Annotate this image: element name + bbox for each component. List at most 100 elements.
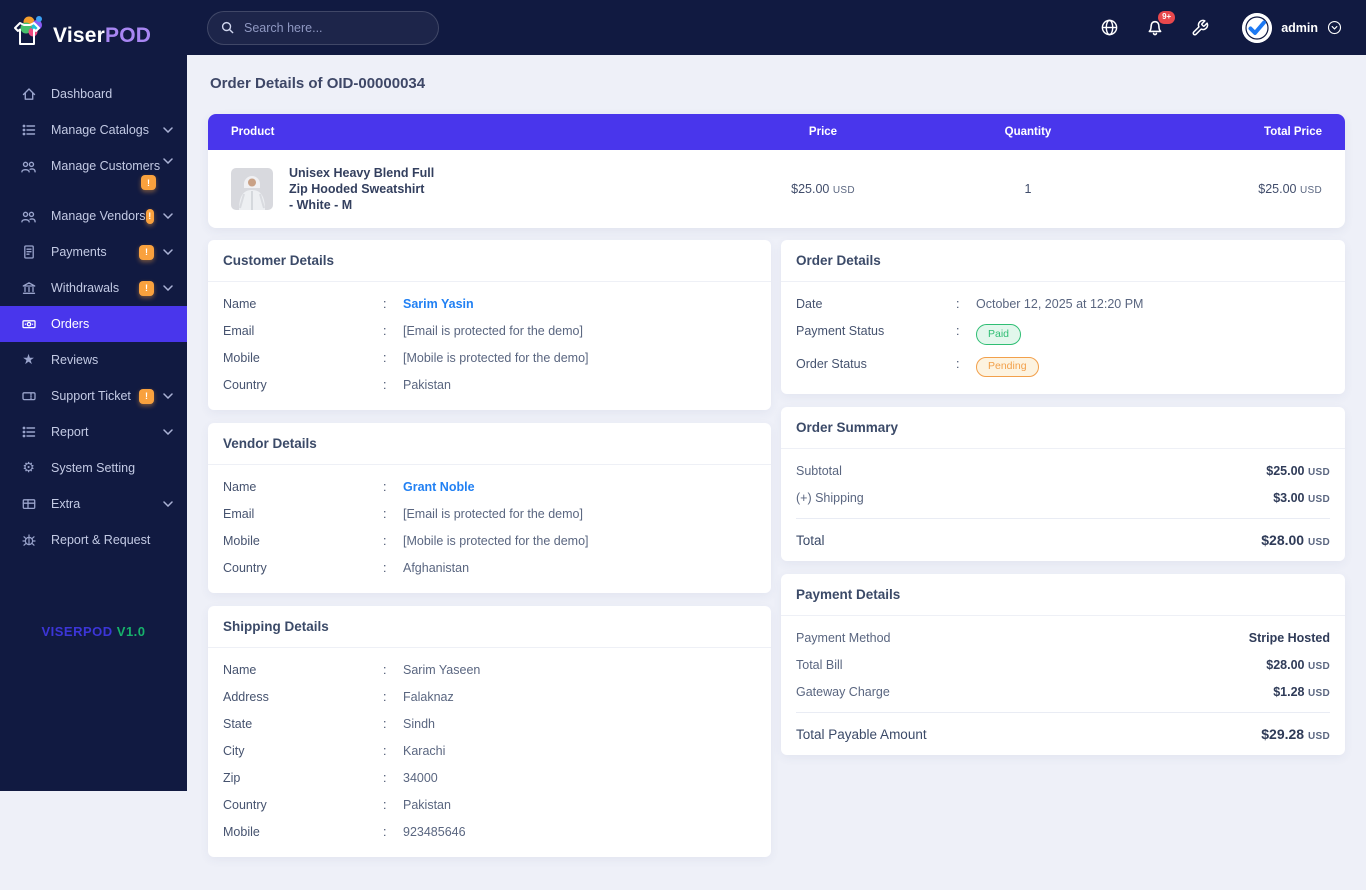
sidebar-item-manage-catalogs[interactable]: Manage Catalogs bbox=[0, 112, 187, 148]
customer-name-link[interactable]: Sarim Yasin bbox=[403, 297, 474, 312]
wrench-icon[interactable] bbox=[1191, 19, 1209, 37]
sidebar-item-orders[interactable]: Orders bbox=[0, 306, 187, 342]
report-list-icon bbox=[20, 424, 37, 441]
detail-row: Mobile: 923485646 bbox=[223, 825, 466, 839]
brand-name: ViserPOD bbox=[53, 23, 152, 47]
sidebar-item-system-setting[interactable]: ⚙ System Setting bbox=[0, 450, 187, 486]
alert-badge: ! bbox=[139, 280, 154, 296]
payment-status-badge: Paid bbox=[976, 324, 1022, 345]
sidebar-item-dashboard[interactable]: Dashboard bbox=[0, 76, 187, 112]
quantity-value: 1 bbox=[1024, 182, 1032, 196]
cash-icon bbox=[20, 316, 37, 333]
vendor-details-card: Vendor Details Name: Grant Noble Email: … bbox=[208, 423, 771, 593]
language-globe-icon[interactable] bbox=[1100, 18, 1119, 37]
product-cell: Unisex Heavy Blend Full Zip Hooded Sweat… bbox=[208, 165, 698, 213]
detail-row: Mobile: [Mobile is protected for the dem… bbox=[223, 351, 589, 365]
total-row: Total $28.00 USD bbox=[796, 518, 1330, 548]
total-payable-value: $29.28 USD bbox=[1261, 726, 1330, 743]
chevron-down-icon bbox=[163, 127, 173, 133]
payment-method-value: Stripe Hosted bbox=[1248, 631, 1330, 646]
table-icon bbox=[20, 496, 37, 513]
detail-row: Country: Afghanistan bbox=[223, 561, 470, 575]
order-items-table: Product Price Quantity Total Price Unise… bbox=[208, 114, 1345, 228]
vendor-name-link[interactable]: Grant Noble bbox=[403, 480, 475, 495]
chevron-down-icon bbox=[163, 393, 173, 399]
chevron-down-icon bbox=[163, 285, 173, 291]
sidebar-item-payments[interactable]: Payments ! bbox=[0, 234, 187, 270]
shipping-details-card: Shipping Details Name: Sarim Yaseen Addr… bbox=[208, 606, 771, 857]
detail-row: Country: Pakistan bbox=[223, 378, 451, 392]
users-icon bbox=[20, 208, 37, 225]
card-title: Vendor Details bbox=[208, 423, 771, 465]
app-version: VISERPOD V1.0 bbox=[41, 624, 146, 639]
col-total-price: Total Price bbox=[1264, 126, 1322, 138]
total-value: $28.00 USD bbox=[1261, 532, 1330, 549]
chevron-down-icon bbox=[163, 158, 173, 164]
search-icon bbox=[220, 20, 235, 40]
sidebar-item-support-ticket[interactable]: Support Ticket ! bbox=[0, 378, 187, 414]
star-icon: ★ bbox=[22, 352, 35, 368]
bug-icon bbox=[20, 532, 37, 549]
sidebar-item-extra[interactable]: Extra bbox=[0, 486, 187, 522]
profile-menu[interactable]: admin bbox=[1242, 12, 1342, 43]
product-image bbox=[231, 168, 273, 210]
sidebar-item-report-and-request[interactable]: Report & Request bbox=[0, 522, 187, 558]
price-value: $25.00 USD bbox=[791, 182, 855, 196]
alert-badge: ! bbox=[139, 244, 154, 260]
chevron-down-icon bbox=[163, 501, 173, 507]
alert-badge: ! bbox=[139, 388, 154, 404]
card-title: Order Details bbox=[781, 240, 1345, 282]
detail-row: Email: [Email is protected for the demo] bbox=[223, 324, 583, 338]
detail-row: Name: Sarim Yaseen bbox=[223, 663, 481, 677]
home-icon bbox=[20, 86, 37, 103]
payment-row: Total Bill $28.00 USD bbox=[796, 658, 1330, 673]
sidebar-item-manage-customers[interactable]: Manage Customers ! bbox=[0, 148, 187, 198]
invoice-icon bbox=[20, 244, 37, 261]
profile-chevron-icon bbox=[1327, 20, 1342, 35]
payment-details-card: Payment Details Payment Method Stripe Ho… bbox=[781, 574, 1345, 756]
sidebar-item-report[interactable]: Report bbox=[0, 414, 187, 450]
summary-row: Subtotal $25.00 USD bbox=[796, 464, 1330, 479]
alert-badge: ! bbox=[141, 175, 156, 190]
bank-icon bbox=[20, 280, 37, 297]
sidebar-item-withdrawals[interactable]: Withdrawals ! bbox=[0, 270, 187, 306]
alert-badge: ! bbox=[145, 208, 154, 224]
detail-row: Name: Sarim Yasin bbox=[223, 297, 474, 312]
notifications-bell-icon[interactable]: 9+ bbox=[1146, 11, 1176, 37]
detail-row: Mobile: [Mobile is protected for the dem… bbox=[223, 534, 589, 548]
search-box bbox=[207, 10, 439, 45]
order-details-card: Order Details Date: October 12, 2025 at … bbox=[781, 240, 1345, 395]
summary-row: (+) Shipping $3.00 USD bbox=[796, 491, 1330, 506]
order-date: October 12, 2025 at 12:20 PM bbox=[976, 297, 1144, 311]
gear-icon: ⚙ bbox=[22, 460, 35, 476]
shipping-value: $3.00 USD bbox=[1273, 491, 1330, 506]
detail-row: Country: Pakistan bbox=[223, 798, 451, 812]
topbar-actions: 9+ admin bbox=[1100, 11, 1342, 43]
detail-row: Order Status: Pending bbox=[796, 356, 1330, 378]
card-title: Payment Details bbox=[781, 574, 1345, 617]
sidebar: ViserPOD Dashboard Manage Catalogs Manag… bbox=[0, 0, 187, 791]
sidebar-item-manage-vendors[interactable]: Manage Vendors ! bbox=[0, 198, 187, 234]
sidebar-item-reviews[interactable]: ★ Reviews bbox=[0, 342, 187, 378]
detail-row: Payment Status: Paid bbox=[796, 324, 1330, 345]
card-title: Shipping Details bbox=[208, 606, 771, 648]
col-quantity: Quantity bbox=[1004, 126, 1052, 138]
right-column: Order Details Date: October 12, 2025 at … bbox=[781, 240, 1345, 768]
table-row: Unisex Heavy Blend Full Zip Hooded Sweat… bbox=[208, 150, 1345, 228]
page-title: Order Details of OID-00000034 bbox=[210, 75, 426, 92]
chevron-down-icon bbox=[163, 213, 173, 219]
total-payable-row: Total Payable Amount $29.28 USD bbox=[796, 712, 1330, 742]
total-bill-value: $28.00 USD bbox=[1266, 658, 1330, 673]
customer-details-card: Customer Details Name: Sarim Yasin Email… bbox=[208, 240, 771, 410]
main-content: Order Details of OID-00000034 Product Pr… bbox=[187, 0, 1366, 890]
avatar bbox=[1242, 12, 1273, 43]
search-input[interactable] bbox=[207, 10, 439, 45]
payment-row: Payment Method Stripe Hosted bbox=[796, 631, 1330, 646]
subtotal-value: $25.00 USD bbox=[1266, 464, 1330, 479]
detail-row: Date: October 12, 2025 at 12:20 PM bbox=[796, 297, 1144, 311]
brand-logo[interactable]: ViserPOD bbox=[0, 0, 187, 66]
list-icon bbox=[20, 122, 37, 139]
detail-row: Address: Falaknaz bbox=[223, 690, 454, 704]
col-price: Price bbox=[808, 126, 838, 138]
card-title: Customer Details bbox=[208, 240, 771, 282]
